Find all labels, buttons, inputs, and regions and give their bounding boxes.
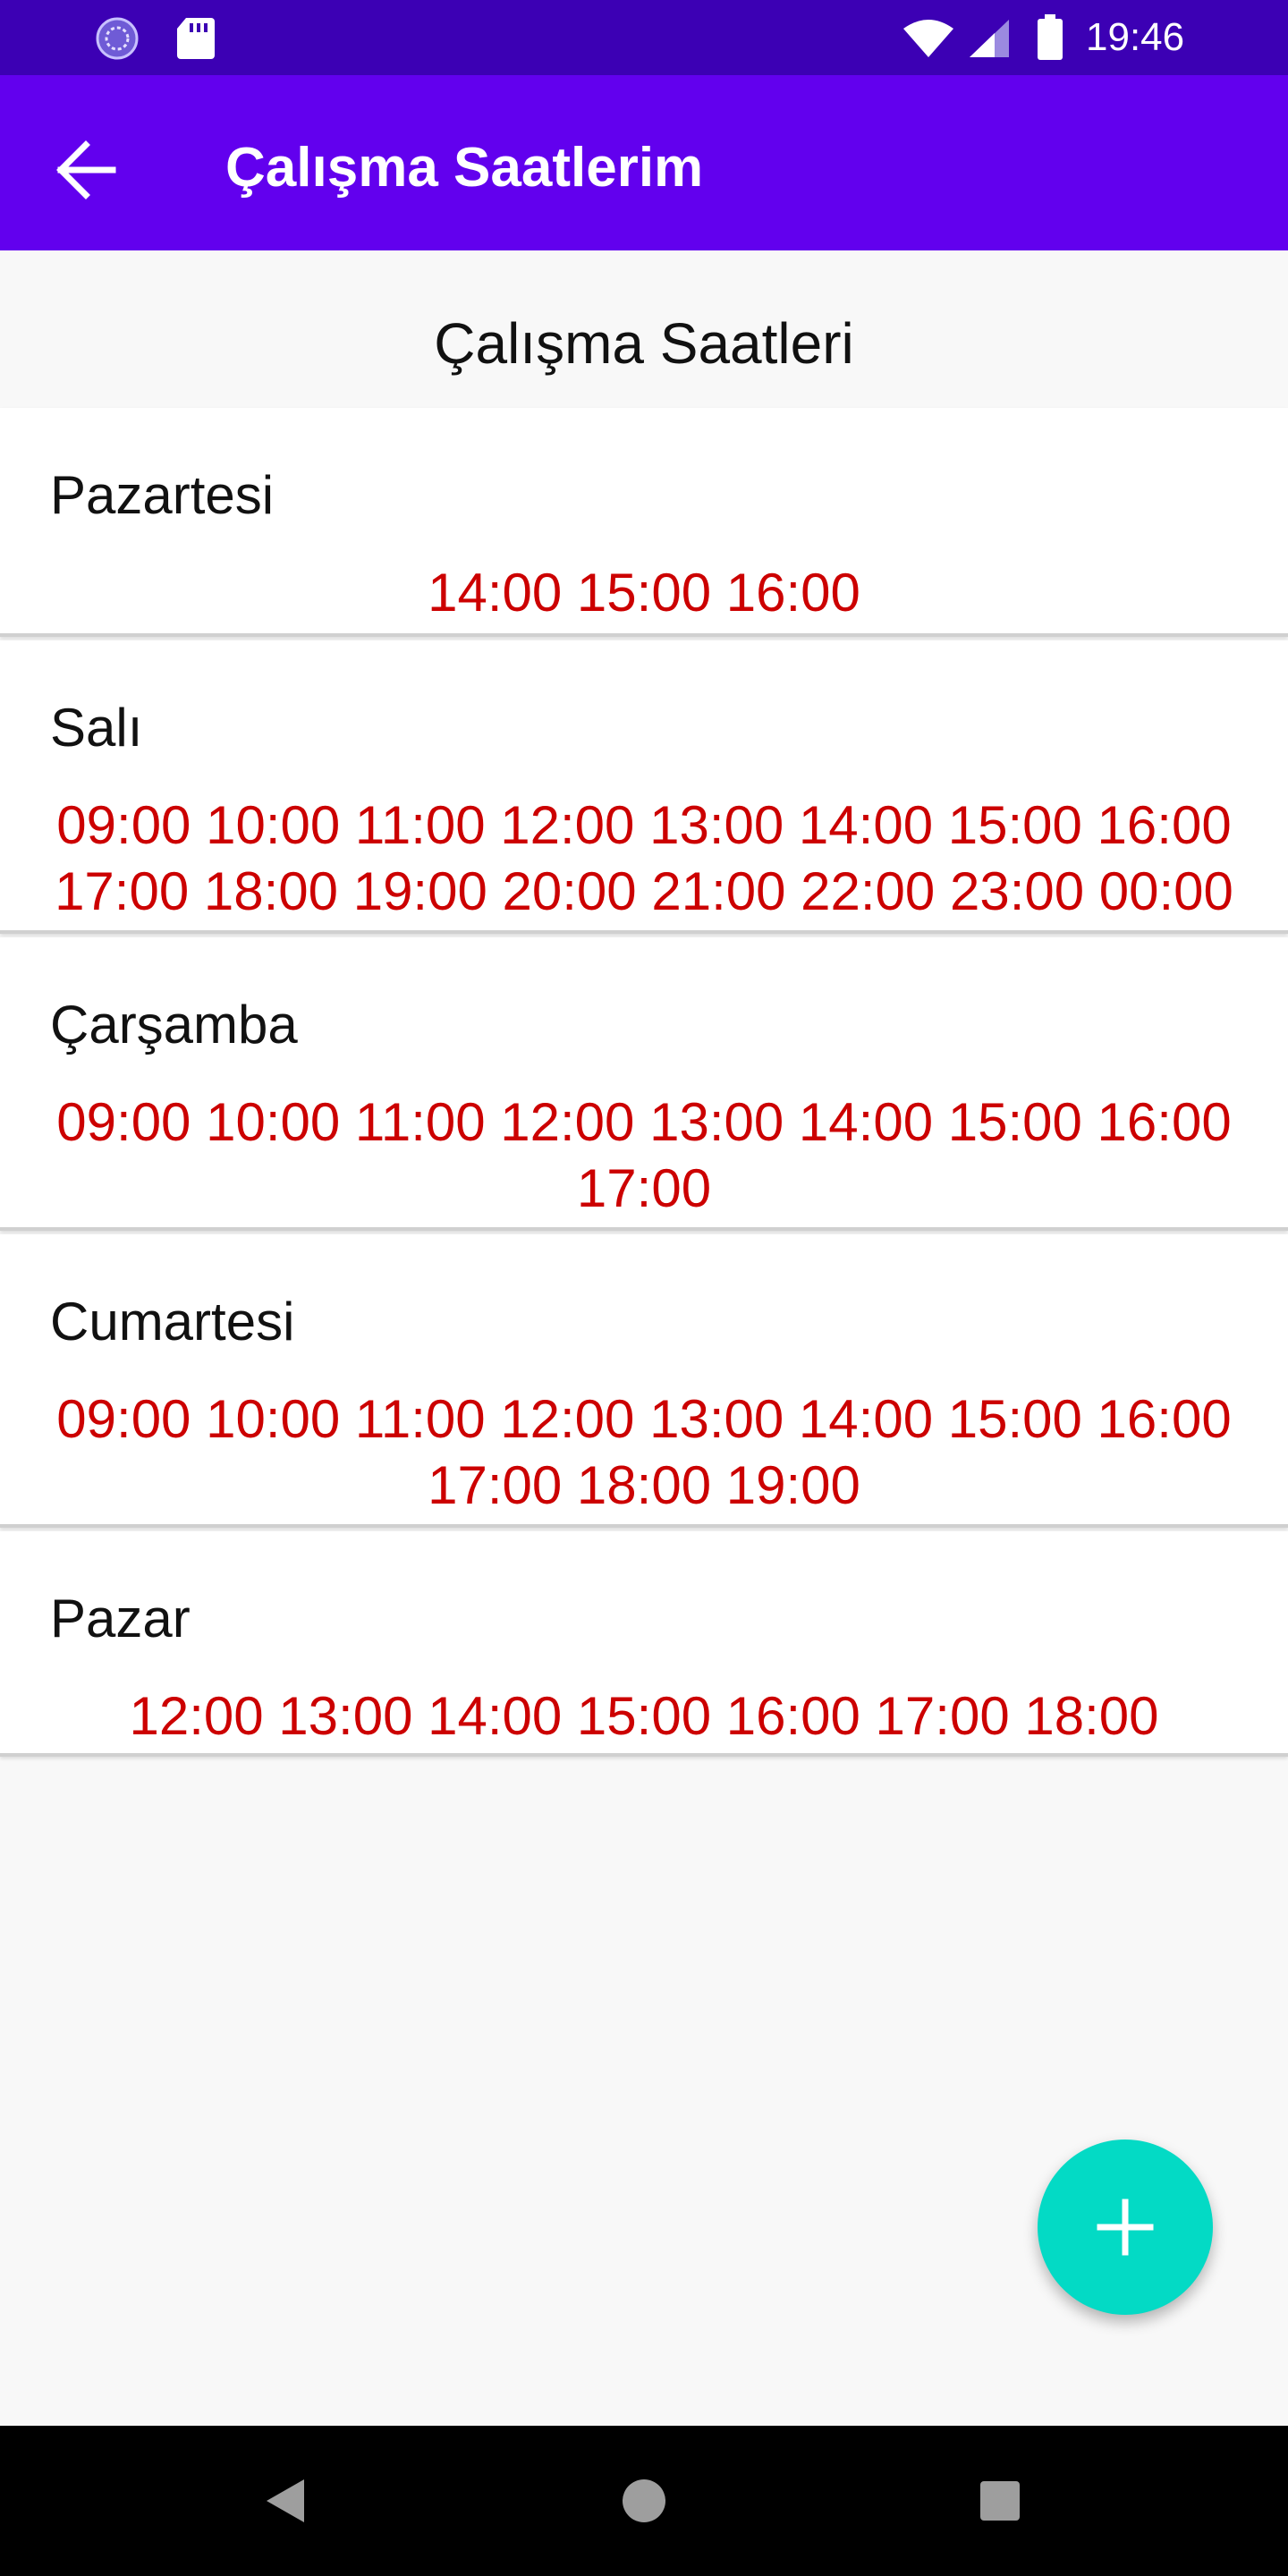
time-slots: 12:00 13:00 14:00 15:00 16:00 17:00 18:0… <box>129 1686 1159 1746</box>
battery-icon <box>1038 14 1063 60</box>
day-label: Pazartesi <box>50 465 275 525</box>
plus-icon <box>1097 2199 1154 2256</box>
time-slots: 09:00 10:00 11:00 12:00 13:00 14:00 15:0… <box>56 1389 1232 1515</box>
nav-recents-icon[interactable] <box>980 2481 1020 2521</box>
time-slots: 09:00 10:00 11:00 12:00 13:00 14:00 15:0… <box>55 795 1233 921</box>
day-card-sali[interactable]: Salı 09:00 10:00 11:00 12:00 13:00 14:00… <box>0 640 1288 934</box>
sync-icon <box>96 17 139 60</box>
app-bar: Çalışma Saatlerim <box>0 75 1288 250</box>
sd-card-icon <box>177 18 215 59</box>
section-title: Çalışma Saatleri <box>434 311 854 376</box>
day-label: Cumartesi <box>50 1292 295 1352</box>
status-bar: 19:46 <box>0 0 1288 75</box>
status-time: 19:46 <box>1086 15 1185 59</box>
day-card-carsamba[interactable]: Çarşamba 09:00 10:00 11:00 12:00 13:00 1… <box>0 937 1288 1231</box>
time-slots: 09:00 10:00 11:00 12:00 13:00 14:00 15:0… <box>56 1092 1232 1218</box>
nav-back-icon[interactable] <box>263 2476 308 2526</box>
time-slots: 14:00 15:00 16:00 <box>428 563 860 623</box>
day-card-pazar[interactable]: Pazar 12:00 13:00 14:00 15:00 16:00 17:0… <box>0 1531 1288 1757</box>
nav-home-icon[interactable] <box>623 2479 665 2522</box>
page-title: Çalışma Saatlerim <box>225 137 704 199</box>
day-card-pazartesi[interactable]: Pazartesi 14:00 15:00 16:00 <box>0 408 1288 637</box>
wifi-icon <box>903 20 953 57</box>
signal-icon <box>970 20 1009 57</box>
day-card-cumartesi[interactable]: Cumartesi 09:00 10:00 11:00 12:00 13:00 … <box>0 1234 1288 1528</box>
arrow-back-icon[interactable] <box>50 134 122 206</box>
add-button[interactable] <box>1038 2140 1213 2315</box>
day-label: Pazar <box>50 1589 191 1648</box>
day-label: Salı <box>50 698 143 758</box>
day-label: Çarşamba <box>50 995 298 1055</box>
nav-bar <box>0 2426 1288 2576</box>
